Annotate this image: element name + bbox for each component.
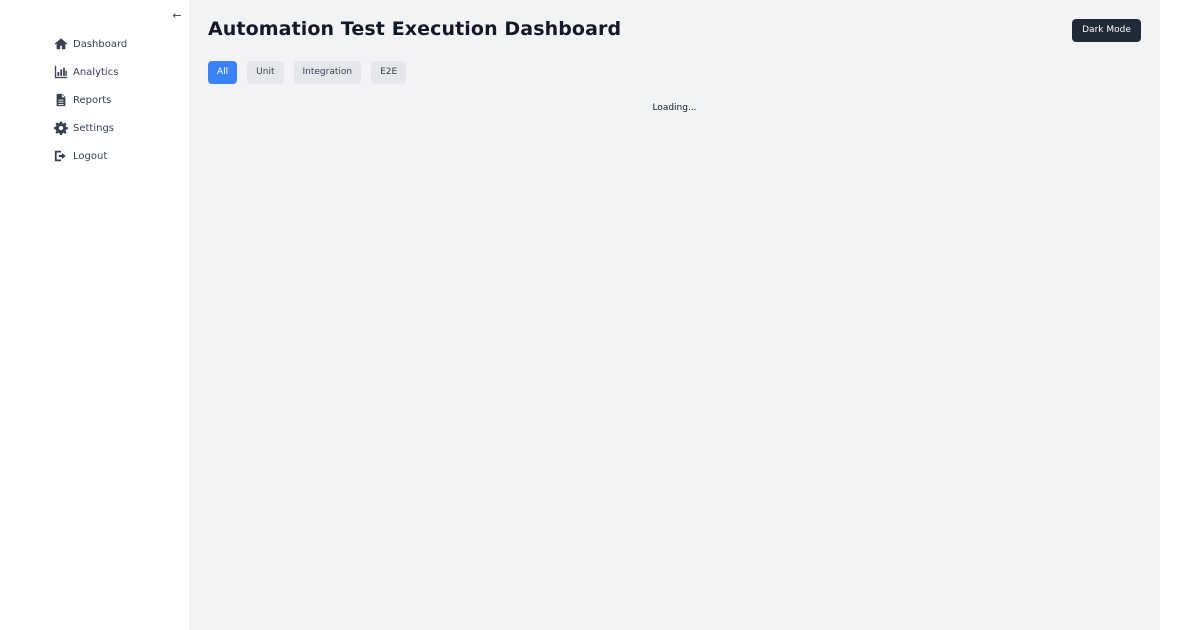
collapse-sidebar-button[interactable]: ← — [170, 8, 184, 24]
document-icon — [53, 93, 68, 108]
filter-unit-button[interactable]: Unit — [247, 61, 284, 84]
arrow-left-icon: ← — [172, 9, 182, 22]
sidebar-item-reports[interactable]: Reports — [53, 90, 127, 110]
sidebar-item-label: Reports — [73, 94, 112, 106]
page-margin — [1160, 0, 1200, 630]
filter-e2e-button[interactable]: E2E — [371, 61, 407, 84]
app-root: ← Dashboard Analytics Reports Settings L… — [0, 0, 1200, 630]
main-content: Automation Test Execution Dashboard Dark… — [189, 0, 1160, 630]
sidebar-item-logout[interactable]: Logout — [53, 146, 127, 166]
sidebar-item-analytics[interactable]: Analytics — [53, 62, 127, 82]
sidebar-item-label: Settings — [73, 122, 115, 134]
filter-all-button[interactable]: All — [208, 61, 238, 84]
dark-mode-button[interactable]: Dark Mode — [1072, 19, 1141, 42]
gear-icon — [53, 121, 68, 136]
page-title: Automation Test Execution Dashboard — [208, 18, 622, 40]
home-icon — [53, 37, 68, 52]
filter-integration-button[interactable]: Integration — [293, 61, 362, 84]
sidebar-nav: Dashboard Analytics Reports Settings Log… — [53, 34, 127, 174]
loading-indicator: Loading... — [652, 103, 697, 113]
sidebar: ← Dashboard Analytics Reports Settings L… — [0, 0, 189, 630]
sidebar-item-label: Dashboard — [73, 38, 128, 50]
sidebar-item-label: Logout — [73, 150, 108, 162]
sidebar-item-label: Analytics — [73, 66, 119, 78]
bar-chart-icon — [53, 65, 68, 80]
logout-icon — [53, 149, 68, 164]
test-type-filters: All Unit Integration E2E — [208, 61, 416, 84]
sidebar-item-dashboard[interactable]: Dashboard — [53, 34, 127, 54]
sidebar-item-settings[interactable]: Settings — [53, 118, 127, 138]
